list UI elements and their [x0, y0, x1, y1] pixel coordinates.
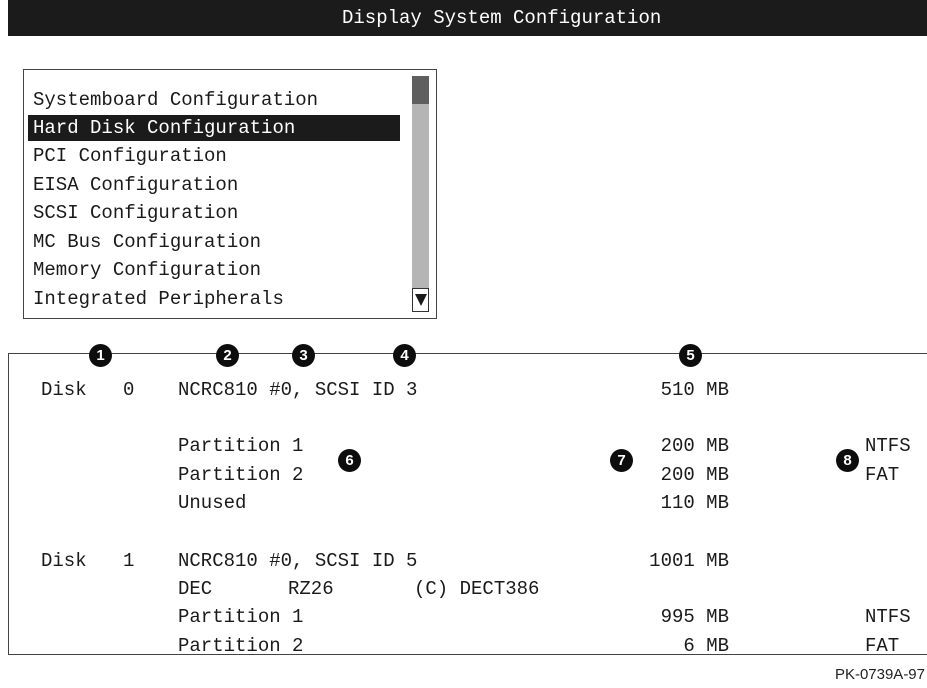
callout-5: 5: [679, 344, 702, 367]
menu-item-integrated-peripherals[interactable]: Integrated Peripherals: [28, 286, 400, 312]
callout-7: 7: [610, 449, 633, 472]
menu-item-memory[interactable]: Memory Configuration: [28, 257, 400, 283]
disk-1-revision: (C) DECT386: [414, 578, 540, 600]
disk-0-unused-name: Unused: [178, 492, 247, 514]
disk-1-model: RZ26: [288, 578, 334, 600]
disk-1-label: Disk: [41, 550, 87, 572]
menu-scrollbar[interactable]: [412, 76, 429, 312]
callout-2: 2: [216, 344, 239, 367]
title-bar: Display System Configuration: [8, 0, 927, 36]
disk-1-partition-1-fs: NTFS: [865, 606, 911, 628]
disk-1-partition-1-name: Partition 1: [178, 606, 304, 628]
disk-0-partition-2-name: Partition 2: [178, 464, 304, 486]
disk-1-controller: NCRC810 #0, SCSI ID 5: [178, 550, 418, 572]
callout-1: 1: [89, 344, 112, 367]
menu-item-mc-bus[interactable]: MC Bus Configuration: [28, 229, 400, 255]
disk-1-partition-2-size: 6 MB: [683, 635, 729, 657]
disk-1-size: 1001 MB: [649, 550, 729, 572]
callout-4: 4: [393, 344, 416, 367]
figure-id: PK-0739A-97: [834, 666, 925, 683]
menu-item-pci[interactable]: PCI Configuration: [28, 143, 400, 169]
disk-0-unused-size: 110 MB: [660, 492, 729, 514]
scroll-thumb[interactable]: [412, 76, 429, 104]
disk-1-partition-1-size: 995 MB: [660, 606, 729, 628]
callout-8: 8: [836, 449, 859, 472]
chevron-down-icon: [415, 294, 427, 306]
disk-0-number: 0: [123, 379, 135, 401]
scroll-down-button[interactable]: [412, 288, 429, 312]
disk-0-controller: NCRC810 #0, SCSI ID 3: [178, 379, 418, 401]
disk-1-number: 1: [123, 550, 135, 572]
window-title: Display System Configuration: [342, 7, 662, 29]
callout-6: 6: [338, 449, 361, 472]
disk-0-size: 510 MB: [660, 379, 729, 401]
disk-info-panel: 1 2 3 4 5 Disk 0 NCRC810 #0, SCSI ID 3 5…: [8, 344, 927, 657]
menu-item-eisa[interactable]: EISA Configuration: [28, 172, 400, 198]
disk-1-partition-2-fs: FAT: [865, 635, 900, 657]
menu-item-scsi[interactable]: SCSI Configuration: [28, 200, 400, 226]
disk-1-partition-2-name: Partition 2: [178, 635, 304, 657]
disk-0-partition-2-fs: FAT: [865, 464, 900, 486]
menu-item-systemboard[interactable]: Systemboard Configuration: [28, 87, 400, 113]
disk-0-label: Disk: [41, 379, 87, 401]
menu-item-hard-disk[interactable]: Hard Disk Configuration: [28, 115, 400, 141]
disk-0-partition-1-fs: NTFS: [865, 435, 911, 457]
configuration-menu[interactable]: Systemboard Configuration Hard Disk Conf…: [23, 69, 437, 319]
disk-0-partition-1-name: Partition 1: [178, 435, 304, 457]
disk-1-vendor: DEC: [178, 578, 213, 600]
callout-3: 3: [292, 344, 315, 367]
